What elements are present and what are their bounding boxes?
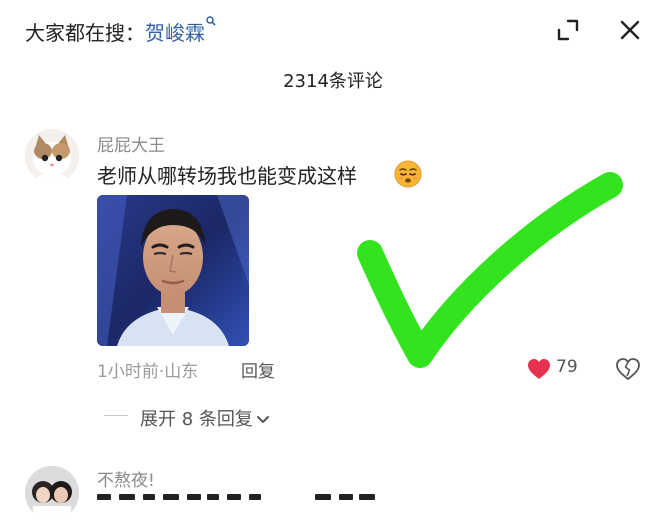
avatar[interactable] — [25, 466, 79, 520]
comment-count: 2314条评论 — [283, 71, 383, 92]
search-icon — [206, 16, 216, 26]
comment-time-location: 1小时前·山东 — [97, 362, 199, 382]
comment-image[interactable] — [97, 195, 249, 346]
cat-avatar-icon — [25, 129, 79, 183]
couple-avatar-icon — [25, 466, 79, 520]
comment-text: 老师从哪转场我也能变成这样 — [97, 164, 357, 188]
green-checkmark-icon — [357, 172, 623, 368]
comment-username[interactable]: 不熬夜! — [97, 466, 155, 491]
search-keyword[interactable]: 贺峻霖 — [145, 21, 205, 45]
reply-button[interactable]: 回复 — [241, 357, 275, 382]
expand-replies-label: 展开 8 条回复 — [140, 409, 253, 430]
divider — [104, 415, 128, 416]
expand-icon[interactable] — [554, 16, 582, 44]
expand-replies-button[interactable]: 展开 8 条回复 — [140, 405, 270, 431]
comment-text-cutoff — [97, 494, 417, 500]
search-prefix: 大家都在搜： — [25, 21, 145, 45]
man-portrait-image-icon — [97, 195, 249, 346]
search-suggestion[interactable]: 大家都在搜：贺峻霖 — [25, 16, 216, 46]
top-bar: 大家都在搜：贺峻霖 — [0, 0, 666, 60]
avatar[interactable] — [25, 129, 79, 183]
comment-username[interactable]: 屁屁大王 — [97, 131, 165, 156]
close-icon[interactable] — [615, 15, 645, 45]
chevron-down-icon — [256, 416, 269, 423]
